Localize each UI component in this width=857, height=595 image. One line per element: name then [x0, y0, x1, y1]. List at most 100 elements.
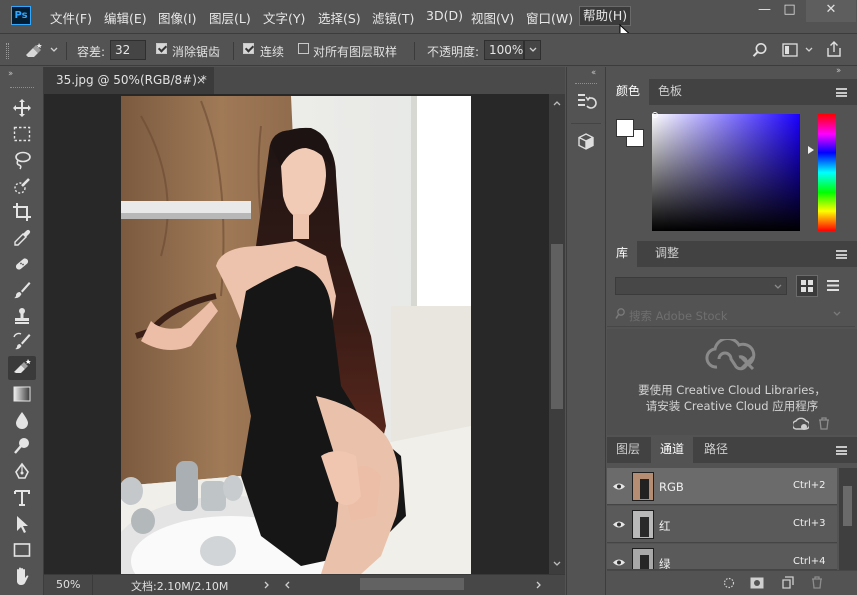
lasso-tool[interactable]: [8, 148, 36, 172]
trash-icon[interactable]: [811, 576, 823, 589]
tab-channels[interactable]: 通道: [651, 437, 694, 463]
tools-panel: ››: [0, 67, 44, 595]
vertical-scrollbar[interactable]: [549, 94, 565, 574]
expand-icon[interactable]: ‹‹: [591, 68, 596, 78]
menu-window[interactable]: 窗口(W): [526, 8, 573, 27]
tab-adjustments[interactable]: 调整: [646, 241, 688, 267]
magic-eraser-icon[interactable]: [22, 41, 46, 59]
grip-handle[interactable]: [6, 43, 9, 59]
healing-brush-tool[interactable]: [8, 252, 36, 276]
menu-view[interactable]: 视图(V): [471, 8, 514, 27]
tab-paths[interactable]: 路径: [695, 437, 737, 463]
channel-row[interactable]: 红 Ctrl+3: [607, 506, 837, 543]
chevron-down-icon[interactable]: [833, 311, 841, 317]
panel-menu-icon[interactable]: [836, 88, 847, 97]
eye-icon[interactable]: [612, 558, 626, 567]
all-layers-checkbox[interactable]: [298, 43, 309, 54]
path-selection-tool[interactable]: [8, 512, 36, 536]
menu-filter[interactable]: 滤镜(T): [372, 8, 414, 27]
crop-tool[interactable]: [8, 200, 36, 224]
tab-libraries[interactable]: 库: [607, 241, 638, 267]
color-picker-field[interactable]: [652, 114, 800, 231]
tab-color[interactable]: 颜色: [607, 79, 650, 105]
scroll-down-icon[interactable]: [553, 561, 561, 567]
menu-select[interactable]: 选择(S): [318, 8, 361, 27]
search-icon[interactable]: [752, 42, 768, 58]
collapse-icon[interactable]: ››: [836, 66, 841, 76]
scrollbar-thumb[interactable]: [843, 486, 852, 526]
scrollbar-thumb[interactable]: [551, 244, 563, 409]
type-tool[interactable]: [8, 486, 36, 510]
grip-handle[interactable]: [575, 83, 597, 85]
pen-tool[interactable]: [8, 460, 36, 484]
history-panel-button[interactable]: [575, 91, 599, 113]
close-tab-icon[interactable]: ×: [196, 67, 206, 93]
anti-alias-checkbox[interactable]: [156, 43, 167, 54]
gradient-tool[interactable]: [8, 382, 36, 406]
move-tool[interactable]: [8, 96, 36, 120]
dodge-tool[interactable]: [8, 434, 36, 458]
workspace-icon[interactable]: [782, 43, 798, 57]
eyedropper-tool[interactable]: [8, 226, 36, 250]
horizontal-scroll-thumb[interactable]: [360, 578, 464, 590]
collapse-icon[interactable]: ››: [8, 69, 13, 79]
scroll-right-icon[interactable]: [536, 581, 542, 589]
chevron-down-icon[interactable]: [805, 47, 813, 53]
share-icon[interactable]: [825, 40, 843, 58]
zoom-level[interactable]: 50%: [56, 578, 80, 591]
maximize-button[interactable]: □: [773, 0, 806, 22]
hand-tool[interactable]: [8, 564, 36, 588]
panel-menu-icon[interactable]: [836, 250, 847, 259]
menu-image[interactable]: 图像(I): [158, 8, 196, 27]
scroll-left-icon[interactable]: [284, 581, 290, 589]
save-selection-icon[interactable]: [750, 577, 764, 589]
clone-stamp-tool[interactable]: [8, 304, 36, 328]
trash-icon[interactable]: [818, 417, 830, 430]
hue-slider[interactable]: [818, 114, 836, 231]
grip-handle[interactable]: [10, 87, 34, 89]
document-canvas-image[interactable]: [121, 96, 471, 574]
channel-row[interactable]: 绿 Ctrl+4: [607, 544, 837, 570]
document-tab[interactable]: 35.jpg @ 50%(RGB/8#) * ×: [44, 67, 214, 94]
stock-search[interactable]: 搜索 Adobe Stock: [607, 301, 855, 327]
load-selection-icon[interactable]: [723, 577, 735, 589]
opacity-input[interactable]: 100%: [484, 40, 524, 60]
menu-help[interactable]: 帮助(H): [579, 6, 632, 26]
channel-row[interactable]: RGB Ctrl+2: [607, 468, 837, 505]
hue-slider-marker[interactable]: [808, 146, 814, 154]
grid-view-button[interactable]: [796, 275, 818, 297]
channels-scrollbar[interactable]: [839, 468, 857, 570]
list-view-button[interactable]: [823, 275, 845, 297]
chevron-down-icon[interactable]: [50, 47, 58, 53]
creative-cloud-icon[interactable]: [793, 417, 809, 431]
color-picker-marker[interactable]: [652, 112, 658, 118]
tolerance-input[interactable]: 32: [110, 40, 146, 60]
marquee-tool[interactable]: [8, 122, 36, 146]
scroll-up-icon[interactable]: [553, 100, 561, 106]
brush-tool[interactable]: [8, 278, 36, 302]
history-brush-tool[interactable]: [8, 330, 36, 354]
quick-select-tool[interactable]: [8, 174, 36, 198]
panel-menu-icon[interactable]: [836, 446, 847, 455]
blur-tool[interactable]: [8, 408, 36, 432]
menu-file[interactable]: 文件(F): [50, 8, 92, 27]
new-channel-icon[interactable]: [782, 576, 794, 589]
eraser-tool[interactable]: [8, 356, 36, 380]
tab-swatches[interactable]: 色板: [649, 79, 691, 105]
chevron-right-icon[interactable]: [264, 581, 270, 589]
menu-3d[interactable]: 3D(D): [426, 8, 463, 23]
tab-layers[interactable]: 图层: [607, 437, 649, 463]
menu-layer[interactable]: 图层(L): [209, 8, 251, 27]
close-button[interactable]: ✕: [806, 0, 856, 22]
foreground-color-swatch[interactable]: [616, 119, 634, 137]
eye-icon[interactable]: [612, 482, 626, 491]
menu-bar: Ps 文件(F) 编辑(E) 图像(I) 图层(L) 文字(Y) 选择(S) 滤…: [0, 0, 857, 32]
menu-type[interactable]: 文字(Y): [263, 8, 305, 27]
eye-icon[interactable]: [612, 520, 626, 529]
contiguous-checkbox[interactable]: [243, 43, 254, 54]
opacity-dropdown-button[interactable]: [524, 40, 541, 60]
rectangle-tool[interactable]: [8, 538, 36, 562]
menu-edit[interactable]: 编辑(E): [104, 8, 147, 27]
library-select[interactable]: [615, 277, 787, 295]
3d-panel-button[interactable]: [575, 131, 599, 153]
